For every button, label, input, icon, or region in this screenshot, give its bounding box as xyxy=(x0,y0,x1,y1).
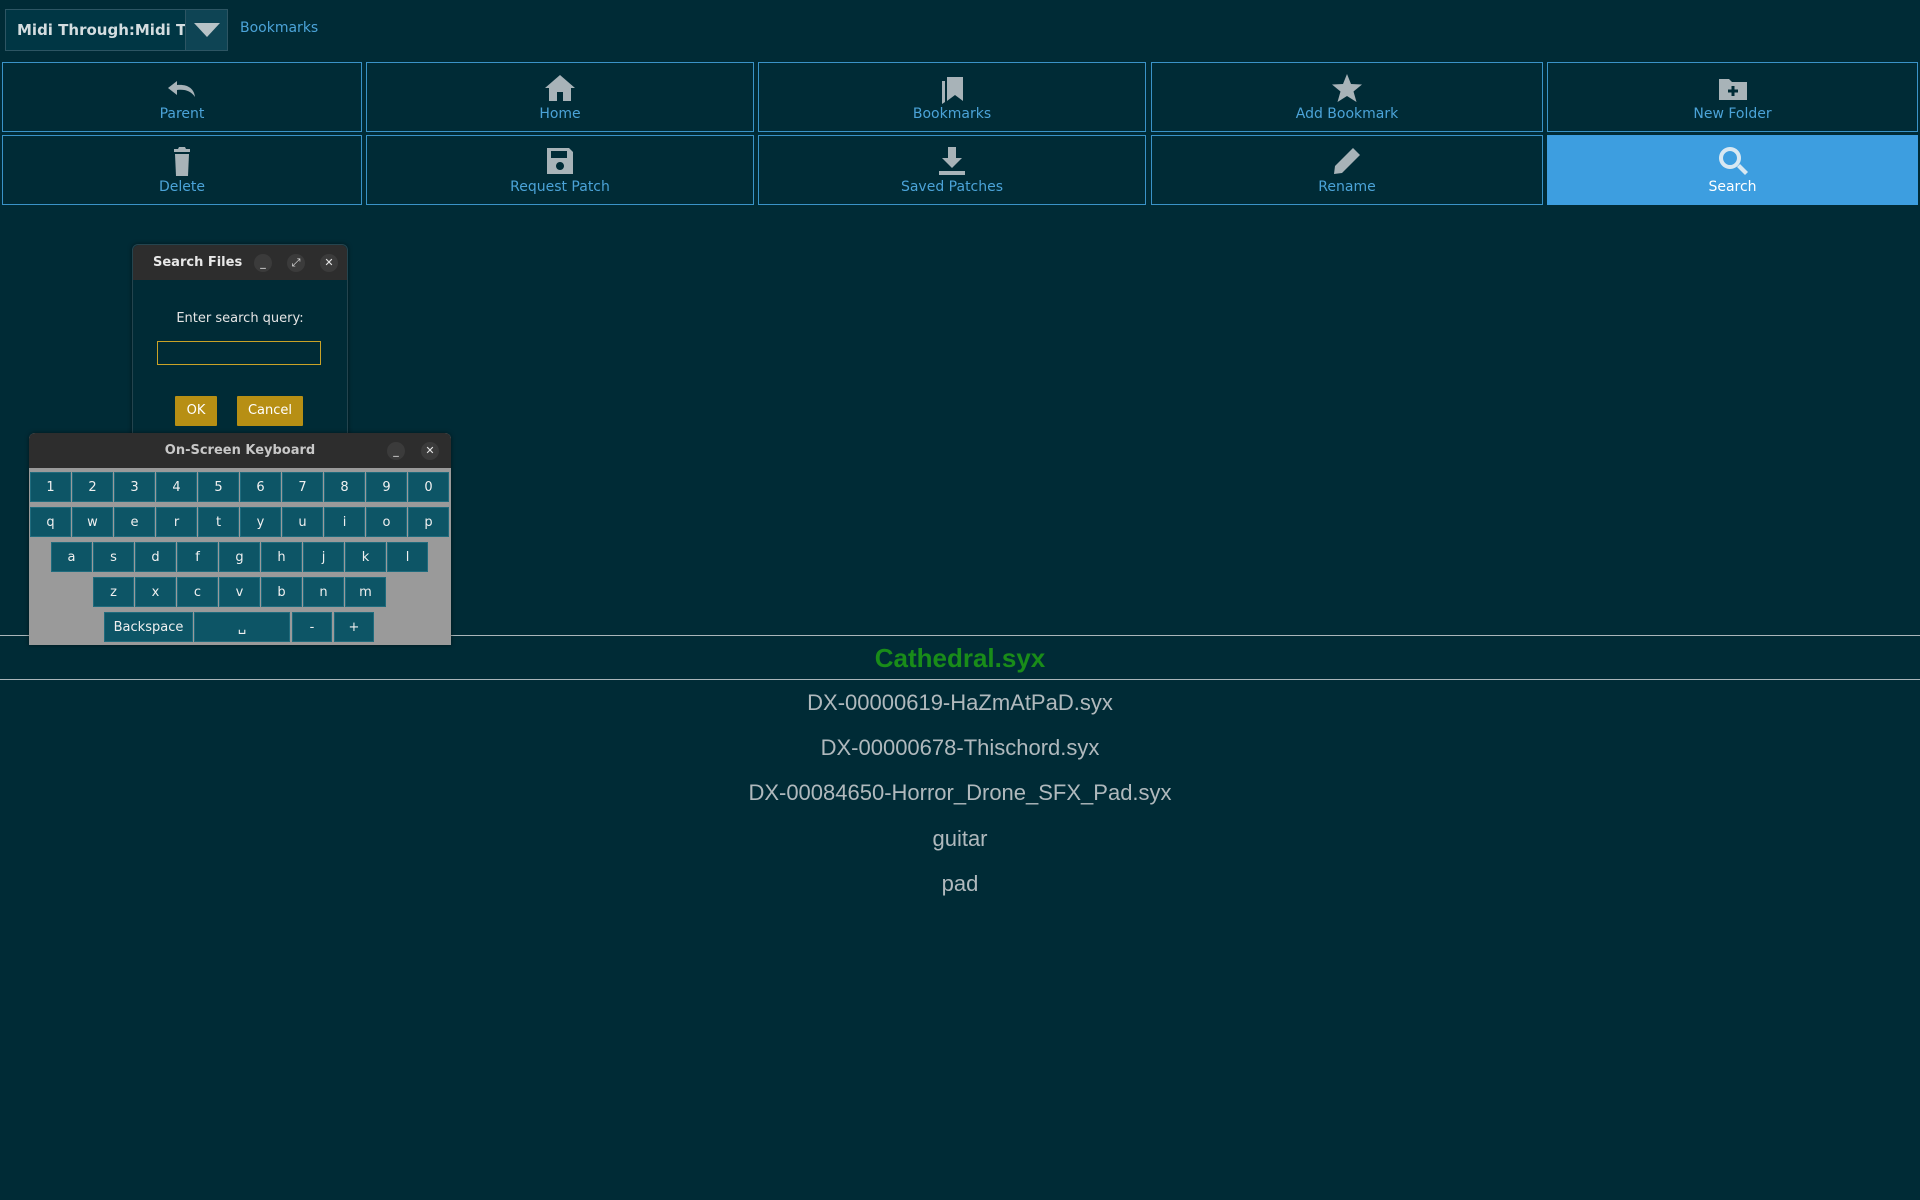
file-item[interactable]: guitar xyxy=(0,826,1920,852)
search-button[interactable]: Search xyxy=(1547,135,1918,205)
key-5[interactable]: 5 xyxy=(198,472,239,502)
toolbar-button-label: Add Bookmark xyxy=(1295,106,1399,122)
key-v[interactable]: v xyxy=(219,577,260,607)
file-item[interactable]: DX-00084650-Horror_Drone_SFX_Pad.syx xyxy=(0,780,1920,806)
key-r[interactable]: r xyxy=(156,507,197,537)
undo-arrow-icon xyxy=(165,71,199,105)
key-z[interactable]: z xyxy=(93,577,134,607)
toolbar-button-label: Delete xyxy=(159,179,205,195)
minimize-icon[interactable]: _ xyxy=(254,254,272,272)
key-j[interactable]: j xyxy=(303,542,344,572)
folder-plus-icon xyxy=(1716,71,1750,105)
key-i[interactable]: i xyxy=(324,507,365,537)
key-backspace[interactable]: Backspace xyxy=(104,612,193,642)
key-s[interactable]: s xyxy=(93,542,134,572)
key-1[interactable]: 1 xyxy=(30,472,71,502)
toolbar-button-label: Parent xyxy=(159,106,205,122)
dropdown-button[interactable] xyxy=(185,10,227,50)
key-m[interactable]: m xyxy=(345,577,386,607)
key-h[interactable]: h xyxy=(261,542,302,572)
key-2[interactable]: 2 xyxy=(72,472,113,502)
search-input[interactable] xyxy=(157,341,321,365)
key-a[interactable]: a xyxy=(51,542,92,572)
toolbar-button-label: Saved Patches xyxy=(900,179,1004,195)
maximize-icon[interactable]: ⤢ xyxy=(287,254,305,272)
chevron-down-icon xyxy=(194,23,220,37)
file-item[interactable]: DX-00000619-HaZmAtPaD.syx xyxy=(0,690,1920,716)
on-screen-keyboard: On-Screen Keyboard _ ✕ 1234567890 qwertyu… xyxy=(29,433,451,645)
rename-button[interactable]: Rename xyxy=(1151,135,1543,205)
key-g[interactable]: g xyxy=(219,542,260,572)
key-n[interactable]: n xyxy=(303,577,344,607)
toolbar-button-label: Home xyxy=(539,106,581,122)
bookmarks-icon xyxy=(935,71,969,105)
star-icon xyxy=(1330,71,1364,105)
key-q[interactable]: q xyxy=(30,507,71,537)
key-space[interactable]: ␣ xyxy=(194,612,290,642)
key-w[interactable]: w xyxy=(72,507,113,537)
key-4[interactable]: 4 xyxy=(156,472,197,502)
key-l[interactable]: l xyxy=(387,542,428,572)
key-o[interactable]: o xyxy=(366,507,407,537)
cancel-button[interactable]: Cancel xyxy=(237,396,303,426)
toolbar-button-label: Search xyxy=(1708,179,1757,195)
trash-icon xyxy=(165,144,199,178)
key-9[interactable]: 9 xyxy=(366,472,407,502)
key-d[interactable]: d xyxy=(135,542,176,572)
key-c[interactable]: c xyxy=(177,577,218,607)
bookmarks-button[interactable]: Bookmarks xyxy=(758,62,1146,132)
selection-bottom-divider xyxy=(0,679,1920,680)
key-3[interactable]: 3 xyxy=(114,472,155,502)
key-0[interactable]: 0 xyxy=(408,472,449,502)
parent-button[interactable]: Parent xyxy=(2,62,362,132)
file-item[interactable]: pad xyxy=(0,871,1920,897)
search-files-dialog: Search Files _ ⤢ ✕ Enter search query: O… xyxy=(132,244,348,439)
key-f[interactable]: f xyxy=(177,542,218,572)
ok-button[interactable]: OK xyxy=(175,396,217,426)
midi-port-select[interactable]: Midi Through:Midi Thr xyxy=(5,9,228,51)
toolbar-button-label: Request Patch xyxy=(510,179,610,195)
toolbar-button-label: New Folder xyxy=(1693,106,1772,122)
floppy-disk-icon xyxy=(543,144,577,178)
close-icon[interactable]: ✕ xyxy=(320,254,338,272)
key-7[interactable]: 7 xyxy=(282,472,323,502)
home-button[interactable]: Home xyxy=(366,62,754,132)
file-item[interactable]: DX-00000678-Thischord.syx xyxy=(0,735,1920,761)
bookmarks-link[interactable]: Bookmarks xyxy=(240,20,318,36)
key-e[interactable]: e xyxy=(114,507,155,537)
search-prompt-label: Enter search query: xyxy=(176,311,304,326)
search-icon xyxy=(1716,144,1750,178)
dialog-title: Search Files xyxy=(153,255,243,270)
delete-button[interactable]: Delete xyxy=(2,135,362,205)
midi-port-label: Midi Through:Midi Thr xyxy=(17,21,187,39)
toolbar-button-label: Rename xyxy=(1318,179,1376,195)
dialog-titlebar[interactable]: Search Files _ ⤢ ✕ xyxy=(133,245,347,280)
key-t[interactable]: t xyxy=(198,507,239,537)
key-p[interactable]: p xyxy=(408,507,449,537)
key-6[interactable]: 6 xyxy=(240,472,281,502)
file-item-selected[interactable]: Cathedral.syx xyxy=(0,643,1920,674)
minimize-icon[interactable]: _ xyxy=(387,442,405,460)
key-x[interactable]: x xyxy=(135,577,176,607)
close-icon[interactable]: ✕ xyxy=(421,442,439,460)
key-b[interactable]: b xyxy=(261,577,302,607)
key-k[interactable]: k xyxy=(345,542,386,572)
pencil-icon xyxy=(1330,144,1364,178)
key-minus[interactable]: - xyxy=(292,612,332,642)
key-u[interactable]: u xyxy=(282,507,323,537)
home-icon xyxy=(543,71,577,105)
key-plus[interactable]: + xyxy=(334,612,374,642)
key-8[interactable]: 8 xyxy=(324,472,365,502)
add-bookmark-button[interactable]: Add Bookmark xyxy=(1151,62,1543,132)
download-icon xyxy=(935,144,969,178)
new-folder-button[interactable]: New Folder xyxy=(1547,62,1918,132)
key-y[interactable]: y xyxy=(240,507,281,537)
toolbar-button-label: Bookmarks xyxy=(912,106,992,122)
saved-patches-button[interactable]: Saved Patches xyxy=(758,135,1146,205)
request-patch-button[interactable]: Request Patch xyxy=(366,135,754,205)
keyboard-titlebar[interactable]: On-Screen Keyboard _ ✕ xyxy=(29,433,451,468)
